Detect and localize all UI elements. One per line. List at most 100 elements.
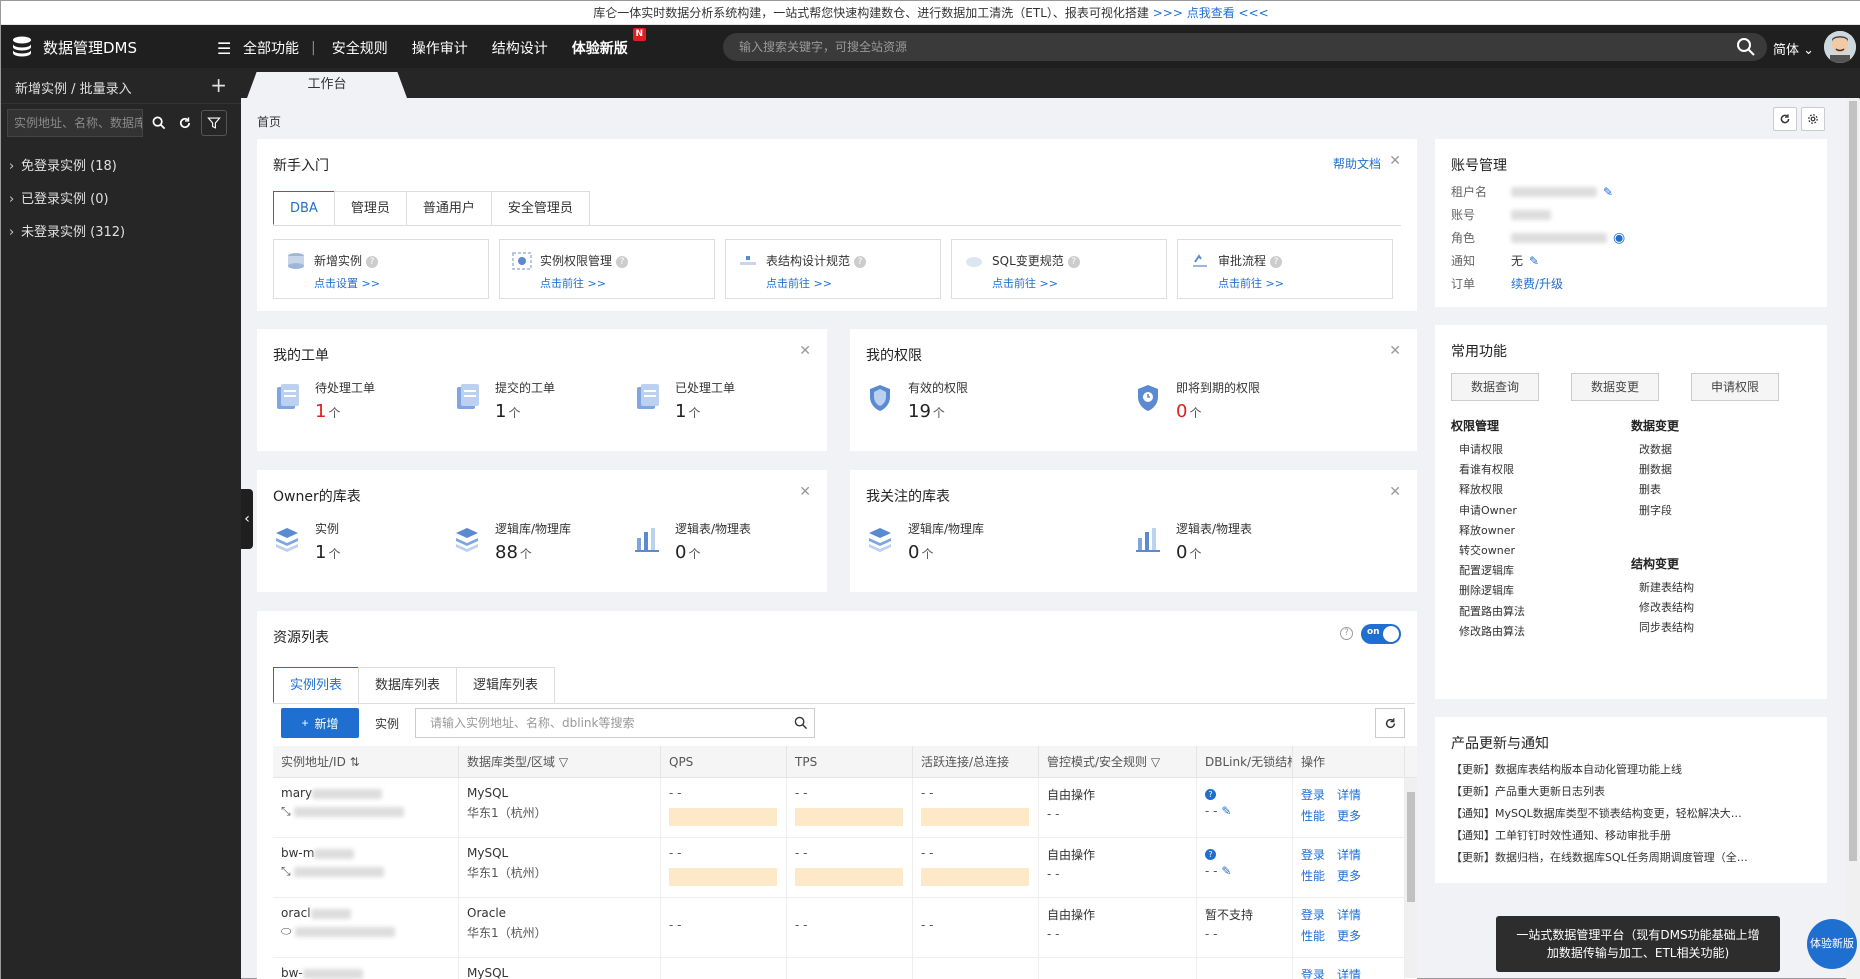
function-link[interactable]: 同步表结构 (1639, 619, 1694, 635)
try-new-version-button[interactable]: 体验新版 (1807, 919, 1857, 969)
guide-link[interactable]: 点击前往 >> (540, 275, 606, 291)
news-item[interactable]: 【通知】MySQL数据库类型不锁表结构变更，轻松解决大表变更... (1451, 805, 1751, 821)
eye-icon[interactable]: ◉ (1613, 230, 1625, 246)
close-icon[interactable]: ✕ (1389, 484, 1401, 500)
plus-icon[interactable]: + (210, 75, 227, 95)
nav-security-rules[interactable]: 安全规则 (332, 38, 388, 58)
col-control-mode[interactable]: 管控模式/安全规则 ▽ (1039, 746, 1197, 778)
col-address[interactable]: 实例地址/ID ⇅ (273, 746, 459, 778)
login-link[interactable]: 登录 (1301, 968, 1325, 979)
collapse-sidebar-handle[interactable]: ‹ (241, 489, 253, 549)
function-link[interactable]: 改数据 (1639, 441, 1672, 457)
edit-icon[interactable]: ✎ (1603, 185, 1613, 199)
data-query-button[interactable]: 数据查询 (1451, 373, 1539, 401)
function-link[interactable]: 删表 (1639, 481, 1661, 497)
settings-button[interactable] (1801, 107, 1825, 131)
instance-search-input[interactable] (7, 109, 143, 137)
search-icon[interactable] (1736, 37, 1756, 57)
function-link[interactable]: 申请Owner (1459, 502, 1517, 518)
help-icon[interactable]: ? (366, 255, 379, 268)
guide-link[interactable]: 点击前往 >> (992, 275, 1058, 291)
tab-logical-db-list[interactable]: 逻辑库列表 (456, 667, 556, 703)
resource-refresh-button[interactable] (1375, 708, 1405, 738)
help-icon[interactable]: ? (1205, 849, 1216, 860)
nav-operation-audit[interactable]: 操作审计 (412, 38, 468, 58)
tab-normal-user[interactable]: 普通用户 (405, 191, 492, 225)
resource-search-input[interactable] (415, 708, 815, 738)
help-icon[interactable]: ? (1340, 627, 1353, 640)
performance-link[interactable]: 性能 (1301, 869, 1325, 883)
function-link[interactable]: 删除逻辑库 (1459, 582, 1514, 598)
col-db-type[interactable]: 数据库类型/区域 ▽ (459, 746, 661, 778)
data-change-button[interactable]: 数据变更 (1571, 373, 1659, 401)
detail-link[interactable]: 详情 (1337, 848, 1361, 862)
close-icon[interactable]: ✕ (799, 484, 811, 500)
function-link[interactable]: 释放权限 (1459, 481, 1503, 497)
login-link[interactable]: 登录 (1301, 848, 1325, 862)
function-link[interactable]: 新建表结构 (1639, 579, 1694, 595)
app-logo[interactable]: 数据管理DMS (9, 33, 137, 61)
guide-sql-change-spec[interactable]: SQL变更规范? 点击前往 >> (951, 239, 1167, 299)
tab-database-list[interactable]: 数据库列表 (358, 667, 458, 703)
news-item[interactable]: 【更新】数据库表结构版本自动化管理功能上线 (1451, 761, 1751, 777)
instance-name[interactable]: mary (281, 786, 312, 800)
function-link[interactable]: 删字段 (1639, 502, 1672, 518)
function-link[interactable]: 申请权限 (1459, 441, 1503, 457)
close-icon[interactable]: ✕ (799, 343, 811, 359)
add-instance-button[interactable]: + 新增 (281, 708, 359, 738)
help-doc-link[interactable]: 帮助文档 (1333, 155, 1381, 172)
guide-link[interactable]: 点击设置 >> (314, 275, 380, 291)
guide-approval-flow[interactable]: 审批流程? 点击前往 >> (1177, 239, 1393, 299)
search-icon[interactable] (149, 113, 169, 133)
sort-icon[interactable]: ⇅ (350, 755, 360, 769)
language-select[interactable]: 简体 ⌄ (1773, 39, 1814, 58)
filter-type-select[interactable]: 实例 (375, 715, 399, 732)
function-link[interactable]: 看谁有权限 (1459, 461, 1514, 477)
apply-permission-button[interactable]: 申请权限 (1691, 373, 1779, 401)
filter-icon[interactable] (201, 110, 227, 136)
avatar[interactable] (1824, 31, 1856, 63)
filter-icon[interactable]: ▽ (1151, 755, 1160, 769)
tab-admin[interactable]: 管理员 (333, 191, 407, 225)
instance-name[interactable]: bw-m (281, 846, 314, 860)
function-link[interactable]: 释放owner (1459, 522, 1515, 538)
function-link[interactable]: 修改路由算法 (1459, 623, 1525, 639)
refresh-button[interactable] (1773, 107, 1797, 131)
refresh-icon[interactable] (175, 113, 195, 133)
guide-link[interactable]: 点击前往 >> (1218, 275, 1284, 291)
instance-name[interactable]: bw- (281, 966, 303, 979)
performance-link[interactable]: 性能 (1301, 809, 1325, 823)
help-icon[interactable]: ? (1270, 255, 1283, 268)
guide-add-instance[interactable]: 新增实例? 点击设置 >> (273, 239, 489, 299)
function-link[interactable]: 修改表结构 (1639, 599, 1694, 615)
filter-icon[interactable]: ▽ (559, 755, 568, 769)
function-link[interactable]: 配置逻辑库 (1459, 562, 1514, 578)
more-link[interactable]: 更多 (1337, 929, 1361, 943)
page-scrollbar[interactable] (1846, 99, 1860, 979)
more-link[interactable]: 更多 (1337, 809, 1361, 823)
scrollbar-thumb[interactable] (1849, 101, 1857, 861)
function-link[interactable]: 转交owner (1459, 542, 1515, 558)
banner-link[interactable]: >>> 点我查看 <<< (1153, 6, 1269, 20)
login-link[interactable]: 登录 (1301, 788, 1325, 802)
search-icon[interactable] (794, 716, 808, 730)
close-icon[interactable]: ✕ (1389, 153, 1401, 169)
detail-link[interactable]: 详情 (1337, 968, 1361, 979)
edit-icon[interactable]: ✎ (1221, 804, 1231, 818)
tab-workbench[interactable]: 工作台 (247, 72, 407, 98)
resource-toggle[interactable]: on (1361, 624, 1401, 644)
tab-security-admin[interactable]: 安全管理员 (490, 191, 590, 225)
scrollbar-thumb[interactable] (1407, 792, 1415, 902)
help-icon[interactable]: ? (854, 255, 867, 268)
menu-icon[interactable]: ☰ (217, 39, 231, 58)
renew-upgrade-link[interactable]: 续费/升级 (1511, 275, 1563, 292)
performance-link[interactable]: 性能 (1301, 929, 1325, 943)
more-link[interactable]: 更多 (1337, 869, 1361, 883)
function-link[interactable]: 配置路由算法 (1459, 603, 1525, 619)
guide-schema-spec[interactable]: 表结构设计规范? 点击前往 >> (725, 239, 941, 299)
tree-node-not-logged-in[interactable]: › 未登录实例 (312) (1, 216, 241, 249)
edit-icon[interactable]: ✎ (1529, 254, 1539, 268)
tab-dba[interactable]: DBA (273, 191, 335, 225)
detail-link[interactable]: 详情 (1337, 788, 1361, 802)
help-icon[interactable]: ? (616, 255, 629, 268)
